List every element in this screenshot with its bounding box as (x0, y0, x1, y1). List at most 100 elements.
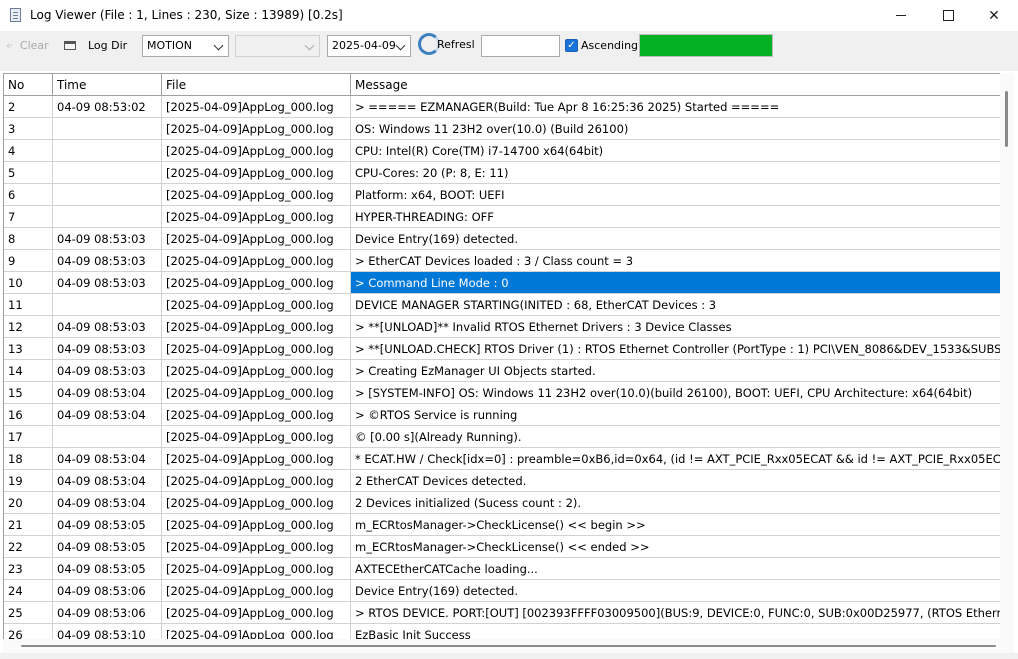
folder-icon (64, 41, 76, 50)
column-header-time[interactable]: Time (52, 74, 162, 96)
table-row[interactable]: 12 04-09 08:53:03 [2025-04-09]AppLog_000.l… (4, 315, 1001, 338)
refresh-input[interactable] (481, 35, 560, 57)
cell-no: 2 (4, 95, 53, 118)
log-grid: No Time File Message 2 04-09 08:53:02 [202… (3, 73, 1001, 640)
toolbar: ‹· Clear Log Dir MOTION 2025-04-09 Refre… (0, 31, 1018, 71)
category-select[interactable]: MOTION (142, 35, 229, 57)
cell-file: [2025-04-09]AppLog_000.log (161, 601, 351, 624)
cell-file: [2025-04-09]AppLog_000.log (161, 513, 351, 536)
clear-button[interactable]: ‹· Clear (6, 39, 49, 52)
log-dir-button[interactable]: Log Dir (64, 39, 127, 52)
table-row[interactable]: 25 04-09 08:53:06 [2025-04-09]AppLog_000.l… (4, 601, 1001, 624)
maximize-button[interactable] (925, 0, 971, 31)
clear-icon: ‹· (6, 39, 13, 52)
table-row[interactable]: 23 04-09 08:53:05 [2025-04-09]AppLog_000.l… (4, 557, 1001, 580)
cell-time: 04-09 08:53:03 (52, 227, 162, 250)
date-picker[interactable]: 2025-04-09 (327, 35, 411, 57)
cell-time (52, 139, 162, 162)
cell-no: 21 (4, 513, 53, 536)
close-button[interactable]: ✕ (971, 0, 1017, 31)
subcategory-select[interactable] (235, 35, 320, 57)
table-row[interactable]: 2 04-09 08:53:02 [2025-04-09]AppLog_000.lo… (4, 95, 1001, 118)
date-value: 2025-04-09 (332, 39, 396, 52)
cell-message: 2 Devices initialized (Sucess count : 2)… (350, 491, 1001, 514)
horizontal-scroll-thumb[interactable] (21, 645, 996, 647)
cell-time: 04-09 08:53:04 (52, 491, 162, 514)
table-row[interactable]: 5 [2025-04-09]AppLog_000.log CPU-Cores: 20… (4, 161, 1001, 184)
close-icon: ✕ (988, 7, 1000, 24)
cell-no: 23 (4, 557, 53, 580)
cell-file: [2025-04-09]AppLog_000.log (161, 447, 351, 470)
vertical-scrollbar[interactable] (1000, 73, 1014, 639)
cell-file: [2025-04-09]AppLog_000.log (161, 469, 351, 492)
cell-no: 13 (4, 337, 53, 360)
table-row[interactable]: 3 [2025-04-09]AppLog_000.log OS: Windows 1… (4, 117, 1001, 140)
table-row[interactable]: 21 04-09 08:53:05 [2025-04-09]AppLog_000.l… (4, 513, 1001, 536)
table-row[interactable]: 14 04-09 08:53:03 [2025-04-09]AppLog_000.l… (4, 359, 1001, 382)
cell-no: 25 (4, 601, 53, 624)
cell-time (52, 205, 162, 228)
table-row[interactable]: 13 04-09 08:53:03 [2025-04-09]AppLog_000.l… (4, 337, 1001, 360)
cell-file: [2025-04-09]AppLog_000.log (161, 359, 351, 382)
table-row[interactable]: 6 [2025-04-09]AppLog_000.log Platform: x64… (4, 183, 1001, 206)
refresh-button[interactable]: Refresl (418, 33, 475, 55)
table-row[interactable]: 15 04-09 08:53:04 [2025-04-09]AppLog_000.l… (4, 381, 1001, 404)
cell-message: CPU-Cores: 20 (P: 8, E: 11) (350, 161, 1001, 184)
cell-no: 4 (4, 139, 53, 162)
horizontal-scrollbar[interactable] (3, 639, 1014, 653)
log-table: No Time File Message 2 04-09 08:53:02 [202… (4, 74, 1001, 640)
clear-label: Clear (19, 39, 49, 52)
cell-file: [2025-04-09]AppLog_000.log (161, 381, 351, 404)
table-row[interactable]: 26 04-09 08:53:10 [2025-04-09]AppLog_000.l… (4, 623, 1001, 640)
column-header-message[interactable]: Message (350, 74, 1001, 96)
cell-message: > **[UNLOAD]** Invalid RTOS Ethernet Dri… (350, 315, 1001, 338)
cell-message: > Creating EzManager UI Objects started. (350, 359, 1001, 382)
table-row[interactable]: 20 04-09 08:53:04 [2025-04-09]AppLog_000.l… (4, 491, 1001, 514)
table-row[interactable]: 7 [2025-04-09]AppLog_000.log HYPER-THREADI… (4, 205, 1001, 228)
cell-message: m_ECRtosManager->CheckLicense() << ended… (350, 535, 1001, 558)
cell-message: > RTOS DEVICE. PORT:[OUT] [002393FFFF030… (350, 601, 1001, 624)
vertical-scroll-thumb[interactable] (1005, 91, 1008, 147)
table-row[interactable]: 19 04-09 08:53:04 [2025-04-09]AppLog_000.l… (4, 469, 1001, 492)
chevron-down-icon (213, 40, 224, 51)
cell-file: [2025-04-09]AppLog_000.log (161, 425, 351, 448)
window-title: Log Viewer (File : 1, Lines : 230, Size … (30, 8, 343, 22)
minimize-button[interactable] (878, 0, 924, 31)
table-row[interactable]: 11 [2025-04-09]AppLog_000.log DEVICE MANAG… (4, 293, 1001, 316)
table-row[interactable]: 16 04-09 08:53:04 [2025-04-09]AppLog_000.l… (4, 403, 1001, 426)
cell-time: 04-09 08:53:02 (52, 95, 162, 118)
cell-no: 8 (4, 227, 53, 250)
minimize-icon (896, 15, 906, 16)
cell-time: 04-09 08:53:06 (52, 601, 162, 624)
category-value: MOTION (147, 39, 192, 52)
cell-time: 04-09 08:53:03 (52, 271, 162, 294)
column-header-file[interactable]: File (161, 74, 351, 96)
table-row[interactable]: 4 [2025-04-09]AppLog_000.log CPU: Intel(R)… (4, 139, 1001, 162)
table-row[interactable]: 18 04-09 08:53:04 [2025-04-09]AppLog_000.l… (4, 447, 1001, 470)
cell-time (52, 183, 162, 206)
cell-message: > EtherCAT Devices loaded : 3 / Class co… (350, 249, 1001, 272)
cell-file: [2025-04-09]AppLog_000.log (161, 557, 351, 580)
ascending-checkbox[interactable]: ✓ Ascending (565, 39, 638, 52)
log-dir-label: Log Dir (88, 39, 128, 52)
cell-message: HYPER-THREADING: OFF (350, 205, 1001, 228)
cell-message: > ===== EZMANAGER(Build: Tue Apr 8 16:25… (350, 95, 1001, 118)
cell-message: AXTECEtherCATCache loading... (350, 557, 1001, 580)
table-row[interactable]: 10 04-09 08:53:03 [2025-04-09]AppLog_000.l… (4, 271, 1001, 294)
table-row[interactable]: 17 [2025-04-09]AppLog_000.log © [0.00 s](A… (4, 425, 1001, 448)
cell-message: > **[UNLOAD.CHECK] RTOS Driver (1) : RTO… (350, 337, 1001, 360)
cell-message: > Command Line Mode : 0 (350, 271, 1001, 294)
cell-message: Device Entry(169) detected. (350, 227, 1001, 250)
cell-no: 11 (4, 293, 53, 316)
cell-time: 04-09 08:53:10 (52, 623, 162, 640)
table-row[interactable]: 9 04-09 08:53:03 [2025-04-09]AppLog_000.lo… (4, 249, 1001, 272)
table-row[interactable]: 24 04-09 08:53:06 [2025-04-09]AppLog_000.l… (4, 579, 1001, 602)
chevron-down-icon (395, 40, 406, 51)
table-row[interactable]: 8 04-09 08:53:03 [2025-04-09]AppLog_000.lo… (4, 227, 1001, 250)
table-row[interactable]: 22 04-09 08:53:05 [2025-04-09]AppLog_000.l… (4, 535, 1001, 558)
cell-file: [2025-04-09]AppLog_000.log (161, 161, 351, 184)
cell-time: 04-09 08:53:05 (52, 535, 162, 558)
cell-file: [2025-04-09]AppLog_000.log (161, 95, 351, 118)
column-header-no[interactable]: No (4, 74, 53, 96)
cell-message: CPU: Intel(R) Core(TM) i7-14700 x64(64bi… (350, 139, 1001, 162)
